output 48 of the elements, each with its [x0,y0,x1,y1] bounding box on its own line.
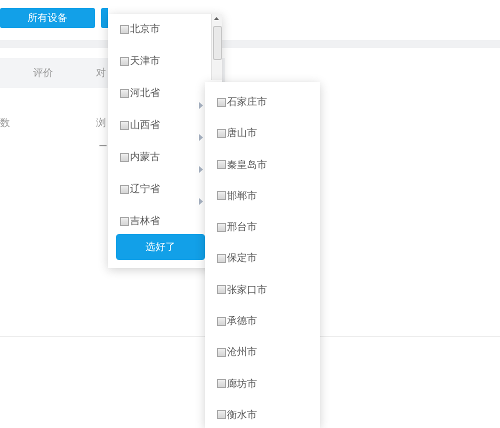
region-option[interactable]: 辽宁省 [120,182,160,196]
expand-arrow-icon[interactable] [199,102,203,109]
city-option[interactable]: 秦皇岛市 [217,158,267,172]
checkbox[interactable] [120,120,129,130]
city-option[interactable]: 承德市 [217,314,257,328]
filter-button[interactable] [101,8,108,28]
region-option[interactable]: 山西省 [120,118,160,132]
city-option[interactable]: 唐山市 [217,126,257,140]
region-option[interactable]: 河北省 [120,86,160,100]
checkbox[interactable] [217,410,226,420]
expand-arrow-icon[interactable] [199,134,203,141]
region-option[interactable]: 天津市 [120,54,160,68]
region-option[interactable]: 内蒙古 [120,150,160,164]
checkbox[interactable] [217,128,226,138]
scroll-up-icon[interactable] [214,17,219,20]
city-option[interactable]: 张家口市 [217,282,267,297]
checkbox[interactable] [120,152,129,162]
city-option[interactable]: 保定市 [217,251,257,266]
city-option[interactable]: 邯郸市 [217,188,257,203]
checkbox[interactable] [120,56,129,66]
table-cell-text: 数 [0,117,11,130]
expand-arrow-icon[interactable] [199,166,203,173]
city-option[interactable]: 石家庄市 [217,95,267,109]
city-option[interactable]: 衡水市 [217,408,257,422]
checkbox[interactable] [217,160,226,170]
table-cell: — [99,141,107,150]
table-cell-text: 浏 [96,116,106,130]
checkbox[interactable] [120,184,129,194]
expand-arrow-icon[interactable] [199,198,203,205]
city-option[interactable]: 廊坊市 [217,376,257,391]
checkbox[interactable] [217,222,226,232]
checkbox[interactable] [120,24,129,34]
checkbox[interactable] [217,348,226,357]
region-option[interactable]: 吉林省 [120,214,160,228]
city-option[interactable]: 邢台市 [217,220,257,234]
checkbox[interactable] [217,98,226,106]
checkbox[interactable] [217,285,226,294]
checkbox[interactable] [217,191,226,200]
checkbox[interactable] [120,216,129,226]
checkbox[interactable] [217,379,226,388]
city-option[interactable]: 沧州市 [217,345,257,360]
region-option[interactable]: 北京市 [120,22,160,36]
column-header: 对 [96,66,106,80]
checkbox[interactable] [217,254,226,263]
checkbox[interactable] [217,316,226,326]
checkbox[interactable] [120,88,129,98]
scrollbar[interactable] [211,14,222,80]
column-header: 评价 [33,67,54,80]
